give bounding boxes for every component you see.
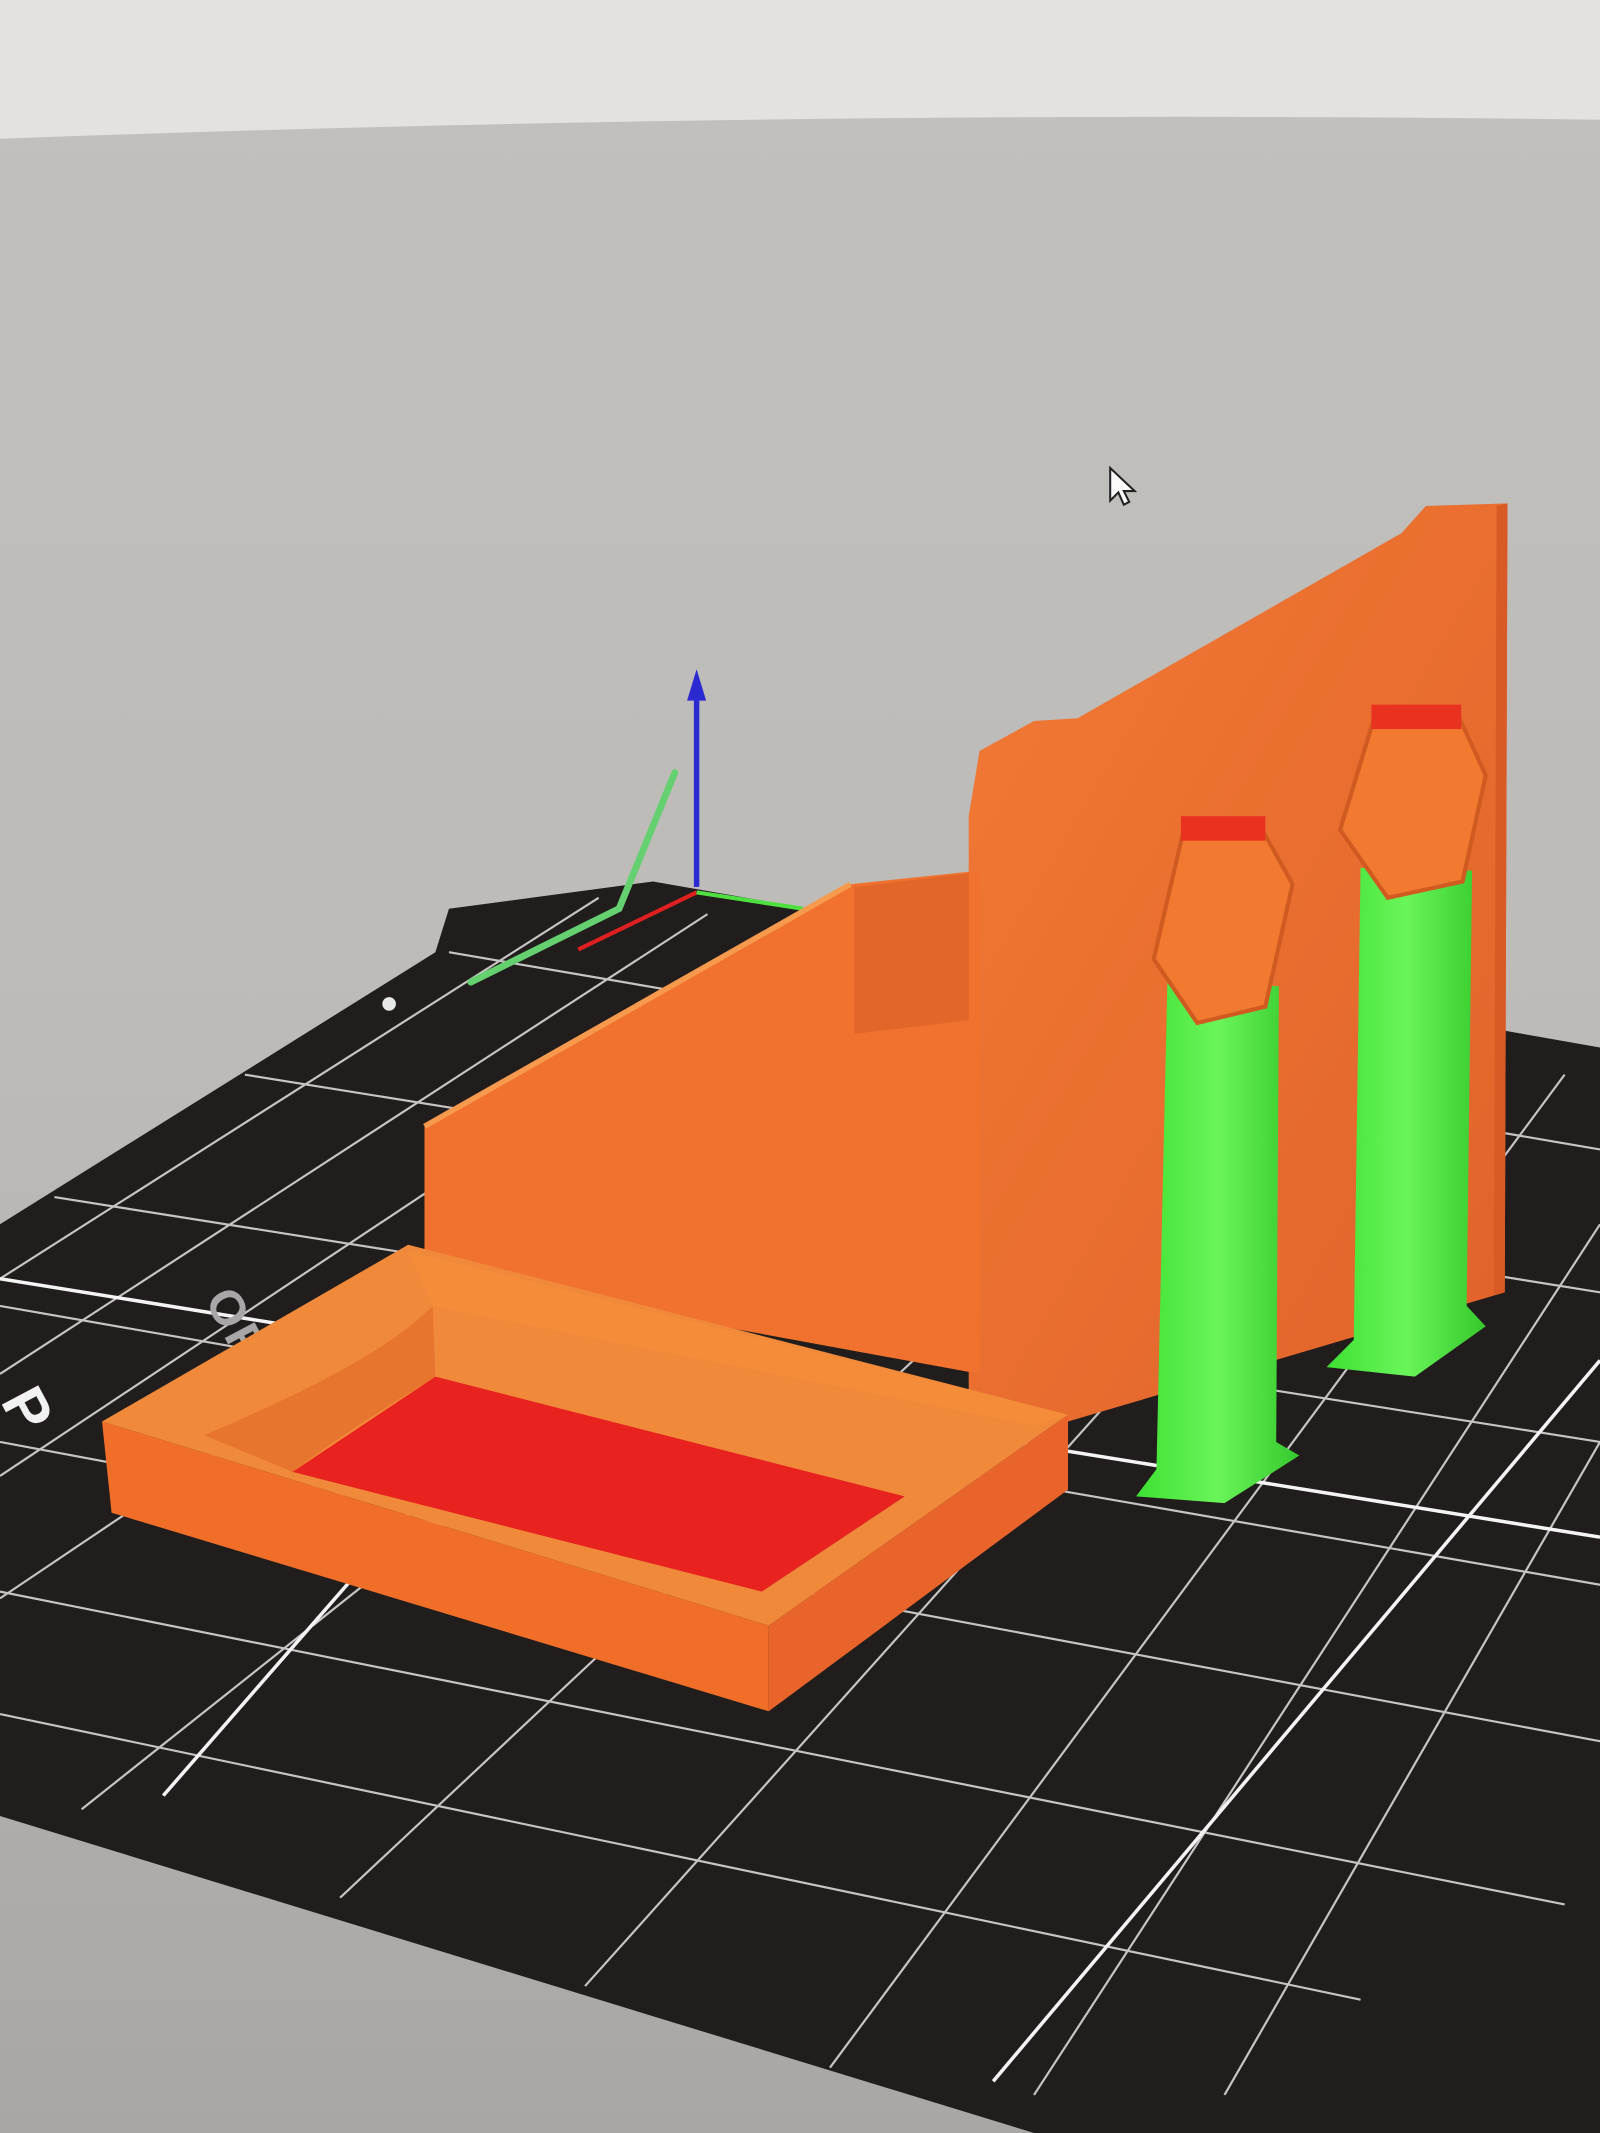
- 3d-viewport[interactable]: ORIGINAL P: [0, 0, 1600, 2133]
- sloped-side-inner: [854, 873, 969, 1034]
- bed-mount-hole: [382, 997, 396, 1011]
